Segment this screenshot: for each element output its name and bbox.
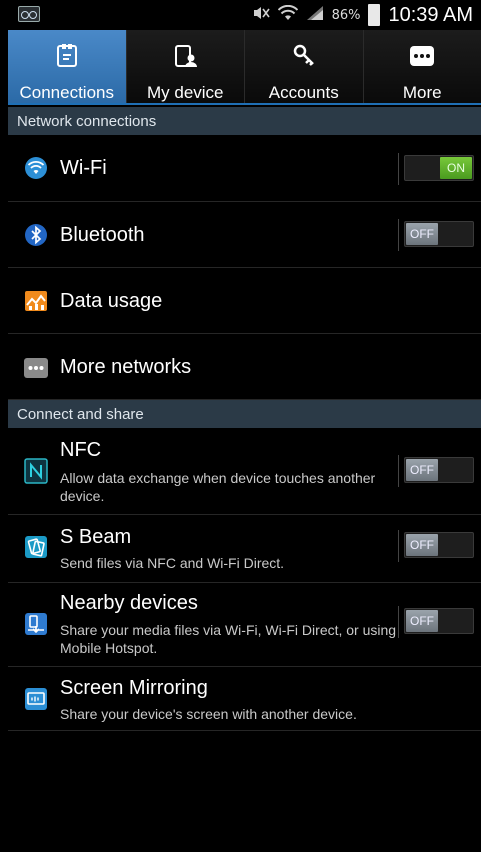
row-title: Data usage xyxy=(60,290,163,312)
nfc-icon xyxy=(23,458,49,484)
status-bar: 86% 10:39 AM xyxy=(8,0,481,30)
tab-more[interactable]: More xyxy=(364,30,481,103)
bluetooth-icon xyxy=(23,222,49,248)
tab-accounts[interactable]: Accounts xyxy=(245,30,364,103)
row-subtitle: Allow data exchange when device touches … xyxy=(60,470,376,504)
list-item-s-beam[interactable]: S Beam Send files via NFC and Wi-Fi Dire… xyxy=(8,515,481,583)
tab-label: Accounts xyxy=(268,83,339,102)
settings-tab-bar: Connections My device Accounts More xyxy=(8,30,481,105)
wifi-icon xyxy=(277,4,298,25)
nfc-toggle[interactable]: OFF xyxy=(404,457,474,483)
list-item-nearby-devices[interactable]: Nearby devices Share your media files vi… xyxy=(8,583,481,667)
tab-connections[interactable]: Connections xyxy=(8,30,127,103)
row-subtitle: Send files via NFC and Wi-Fi Direct. xyxy=(60,555,285,571)
signal-icon xyxy=(306,5,324,25)
row-divider xyxy=(398,455,399,487)
bluetooth-toggle[interactable]: OFF xyxy=(404,221,474,247)
list-item-more-networks[interactable]: More networks xyxy=(8,334,481,400)
accounts-icon xyxy=(290,42,318,69)
list-item-nfc[interactable]: NFC Allow data exchange when device touc… xyxy=(8,428,481,515)
row-title: Wi-Fi xyxy=(60,157,107,179)
data-usage-icon xyxy=(23,288,49,314)
row-subtitle: Share your device's screen with another … xyxy=(60,706,357,722)
row-divider xyxy=(398,606,399,638)
row-title: Nearby devices xyxy=(60,592,198,614)
voicemail-icon xyxy=(18,6,40,22)
tab-label: Connections xyxy=(19,83,114,102)
row-subtitle: Share your media files via Wi-Fi, Wi-Fi … xyxy=(60,622,397,656)
nearby-devices-icon xyxy=(23,611,49,637)
toggle-knob: OFF xyxy=(406,610,438,632)
row-title: Screen Mirroring xyxy=(60,677,208,699)
my-device-icon xyxy=(171,42,199,69)
clock: 10:39 AM xyxy=(388,3,473,26)
s-beam-icon xyxy=(23,534,49,560)
s-beam-toggle[interactable]: OFF xyxy=(404,532,474,558)
battery-icon xyxy=(368,4,381,26)
row-title: Bluetooth xyxy=(60,224,145,246)
toggle-knob: ON xyxy=(440,157,472,179)
tab-my-device[interactable]: My device xyxy=(127,30,245,103)
mute-icon xyxy=(252,5,270,25)
row-title: More networks xyxy=(60,356,192,378)
row-divider xyxy=(398,219,399,251)
screen-mirroring-icon xyxy=(23,686,49,712)
list-item-data-usage[interactable]: Data usage xyxy=(8,268,481,334)
more-icon xyxy=(408,42,436,69)
nearby-devices-toggle[interactable]: OFF xyxy=(404,608,474,634)
list-item-wifi[interactable]: Wi-Fi ON xyxy=(8,135,481,202)
wifi-icon xyxy=(23,155,49,181)
row-title: NFC xyxy=(60,439,102,461)
section-header-network: Network connections xyxy=(8,107,481,135)
list-item-screen-mirroring[interactable]: Screen Mirroring Share your device's scr… xyxy=(8,667,481,731)
toggle-knob: OFF xyxy=(406,534,438,556)
tab-label: My device xyxy=(146,83,224,102)
connections-icon xyxy=(53,42,81,69)
row-divider xyxy=(398,530,399,562)
battery-percent: 86% xyxy=(331,7,361,23)
more-networks-icon xyxy=(23,355,49,381)
tab-label: More xyxy=(402,83,442,102)
toggle-knob: OFF xyxy=(406,459,438,481)
list-item-bluetooth[interactable]: Bluetooth OFF xyxy=(8,202,481,268)
section-header-share: Connect and share xyxy=(8,400,481,428)
row-title: S Beam xyxy=(60,526,132,548)
wifi-toggle[interactable]: ON xyxy=(404,155,474,181)
row-divider xyxy=(398,153,399,185)
toggle-knob: OFF xyxy=(406,223,438,245)
